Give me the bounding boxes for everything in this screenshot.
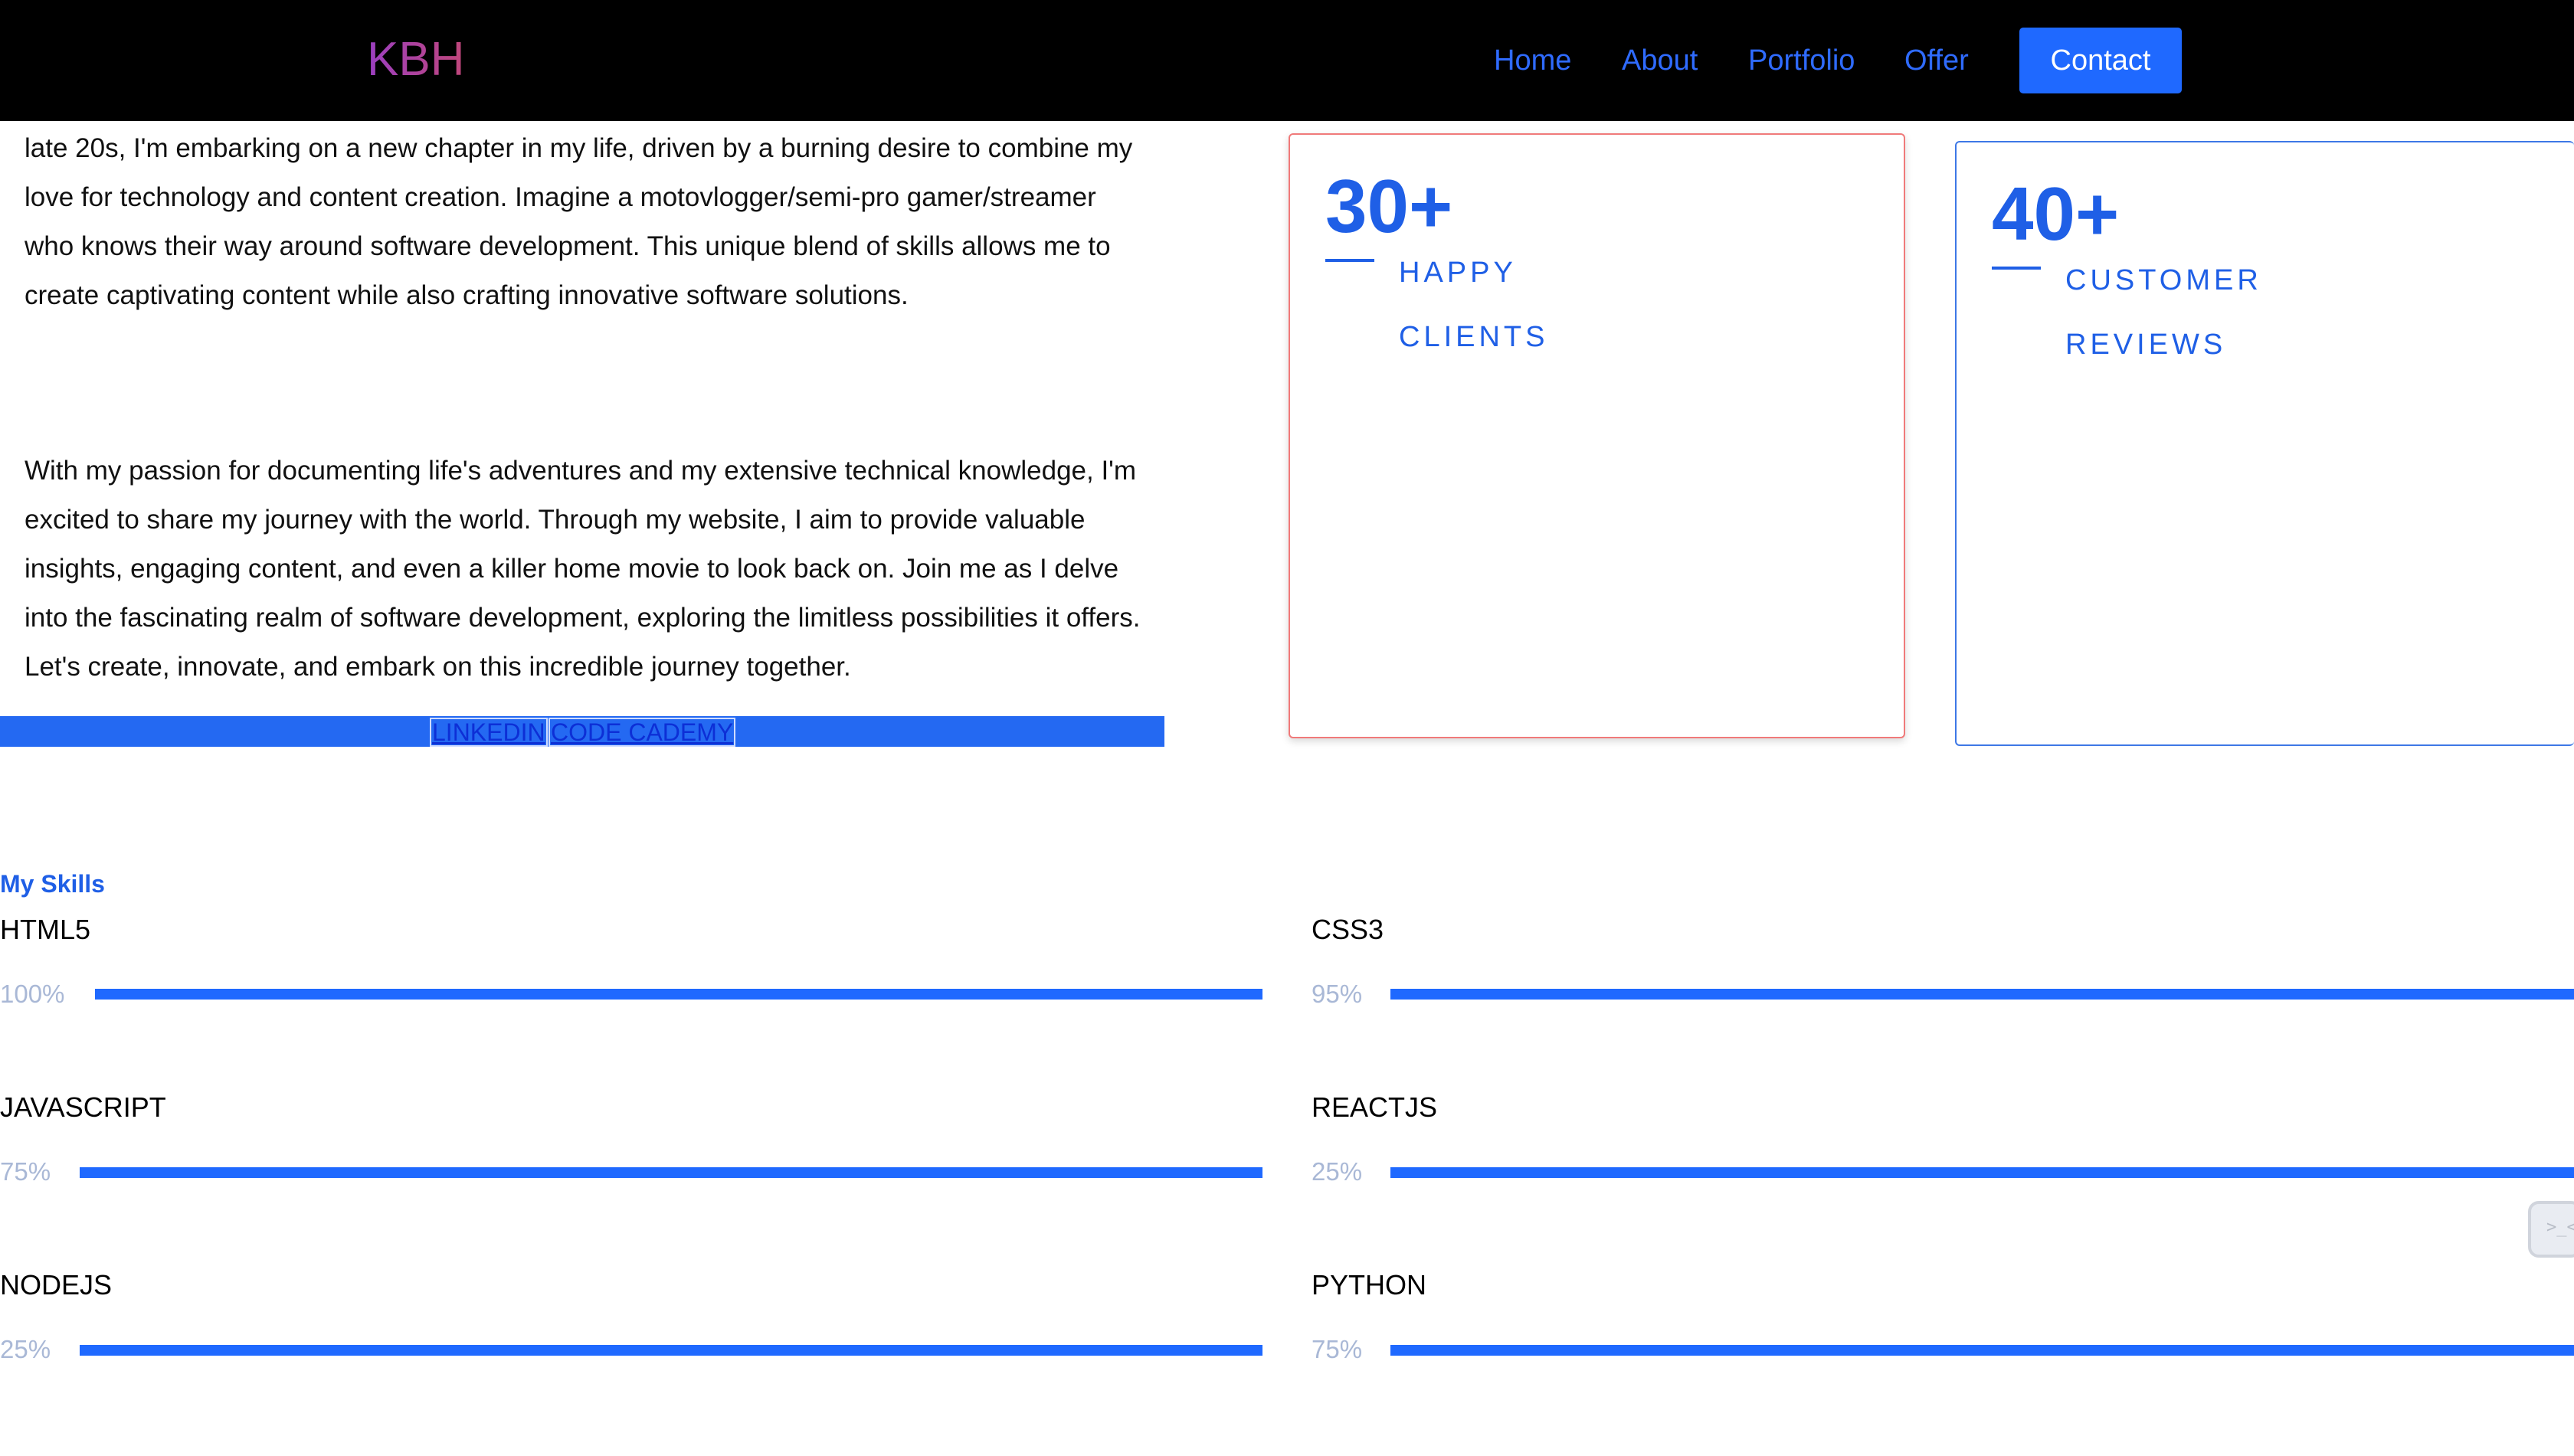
stat-number: 40+ [1992,172,2120,256]
skill-bar-html5 [95,989,1262,1000]
bio-text-1: late 20s, I'm embarking on a new chapter… [25,133,1133,310]
skill-bar-reactjs [1390,1167,2574,1178]
skill-percent-javascript: 75% [0,1157,51,1186]
skill-name-python: PYTHON [1312,1269,1427,1301]
nav-about-link[interactable]: About [1622,28,1698,93]
skill-name-reactjs: REACTJS [1312,1091,1438,1123]
skill-percent-css3: 95% [1312,980,1363,1008]
nav-offer-link[interactable]: Offer [1904,28,1969,93]
stat-label-line-1: CUSTOMER [2065,264,2262,296]
skill-name-javascript: JAVASCRIPT [0,1091,166,1123]
bio-paragraph-2: With my passion for documenting life's a… [25,447,1143,692]
bio-paragraph-1: late 20s, I'm embarking on a new chapter… [25,124,1143,320]
site-logo[interactable]: KBH [367,32,464,87]
skill-bar-javascript [80,1167,1262,1178]
social-links-bar: LINKEDIN CODE CADEMY [0,716,1164,747]
skills-heading: My Skills [0,870,105,898]
skill-percent-python: 75% [1312,1335,1363,1363]
stat-number: 30+ [1325,164,1453,248]
stat-divider [1992,267,2041,270]
nav-portfolio-link[interactable]: Portfolio [1748,28,1855,93]
stat-card-happy-clients: 30+ HAPPY CLIENTS [1289,133,1905,738]
skill-percent-nodejs: 25% [0,1335,51,1363]
stat-divider [1325,259,1374,262]
stat-label: CUSTOMER REVIEWS [2065,248,2310,377]
bio-text-2: With my passion for documenting life's a… [25,456,1141,682]
stat-card-customer-reviews: 40+ CUSTOMER REVIEWS [1955,141,2574,746]
stat-label-line-1: HAPPY [1399,257,1517,289]
skill-percent-html5: 100% [0,980,65,1008]
skill-bar-python [1390,1345,2574,1356]
stat-label-line-2: CLIENTS [1399,321,1549,353]
site-header: KBH Home About Portfolio Offer Contact [0,0,2574,121]
skill-name-nodejs: NODEJS [0,1269,113,1301]
nav-home-link[interactable]: Home [1494,28,1571,93]
skill-percent-reactjs: 25% [1312,1157,1363,1186]
skill-name-html5: HTML5 [0,914,91,945]
skill-bar-css3 [1390,989,2574,1000]
contact-button[interactable]: Contact [2019,28,2182,93]
terminal-icon: >_< [2546,1218,2574,1237]
linkedin-link[interactable]: LINKEDIN [430,718,548,747]
skill-name-css3: CSS3 [1312,914,1384,945]
stat-label: HAPPY CLIENTS [1399,240,1644,369]
codecademy-link[interactable]: CODE CADEMY [549,718,736,747]
skill-bar-nodejs [80,1345,1262,1356]
floating-widget-button[interactable]: >_< [2528,1201,2574,1258]
stat-label-line-2: REVIEWS [2065,329,2227,361]
